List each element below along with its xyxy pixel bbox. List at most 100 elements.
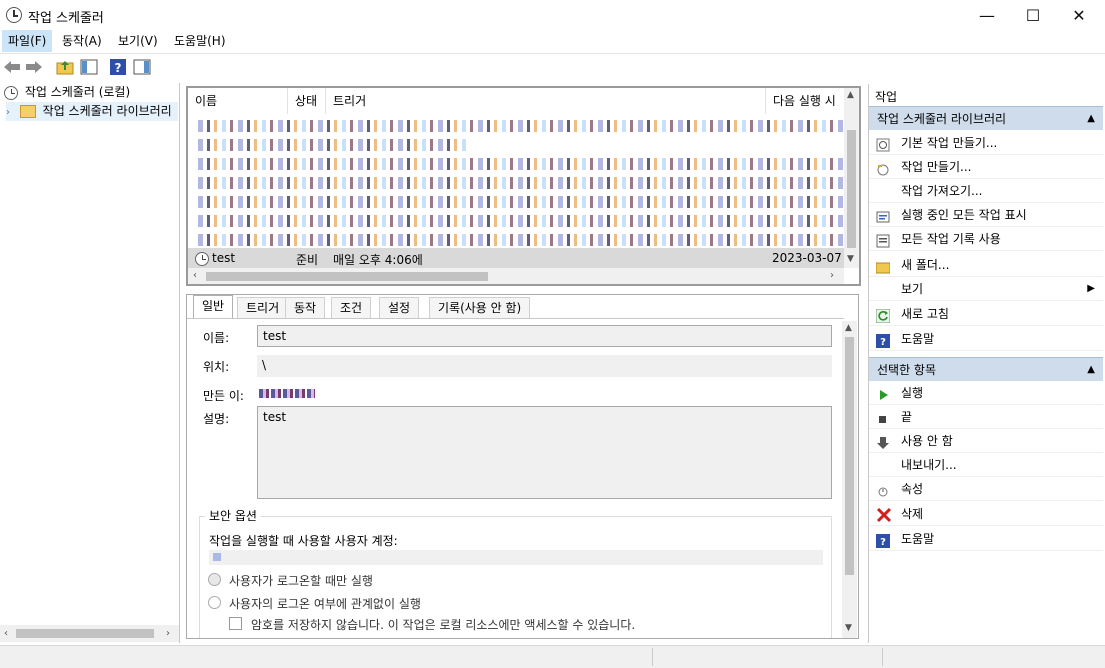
- obscured-task-row[interactable]: [198, 215, 843, 227]
- action-create-basic-task[interactable]: 기본 작업 만들기...: [869, 131, 1103, 155]
- tab-history[interactable]: 기록(사용 안 함): [429, 297, 531, 318]
- run-as-account-label: 작업을 실행할 때 사용할 사용자 계정:: [209, 534, 398, 548]
- action-disable[interactable]: 사용 안 함: [869, 429, 1103, 453]
- scroll-left-icon[interactable]: ‹: [193, 270, 197, 281]
- obscured-task-row[interactable]: [198, 120, 843, 132]
- menu-file[interactable]: 파일(F): [2, 30, 53, 52]
- description-field[interactable]: test: [257, 406, 832, 499]
- close-button[interactable]: ✕: [1056, 0, 1102, 30]
- scroll-up-icon[interactable]: ▲: [847, 90, 854, 100]
- action-properties[interactable]: 속성: [869, 477, 1103, 501]
- action-label: 보기: [901, 282, 924, 296]
- scroll-down-icon[interactable]: ▼: [845, 623, 852, 633]
- menu-view[interactable]: 보기(V): [112, 30, 164, 52]
- collapse-up-icon[interactable]: ▲: [1087, 358, 1095, 382]
- location-field[interactable]: \: [257, 355, 832, 377]
- minimize-button[interactable]: —: [964, 0, 1010, 30]
- delete-x-icon: [876, 507, 892, 523]
- location-label: 위치:: [203, 360, 230, 374]
- scroll-down-icon[interactable]: ▼: [847, 254, 854, 264]
- radio-run-logged-on[interactable]: [208, 573, 221, 586]
- tab-actions[interactable]: 동작: [285, 297, 326, 318]
- back-arrow-icon[interactable]: [2, 57, 22, 77]
- expand-chevron-icon[interactable]: ›: [6, 107, 10, 118]
- task-status: 준비: [296, 253, 319, 267]
- action-new-folder[interactable]: 새 폴더...: [869, 253, 1103, 277]
- task-next-run: 2023-03-07: [772, 251, 842, 265]
- checkbox-do-not-store-password[interactable]: [229, 617, 242, 630]
- action-refresh[interactable]: 새로 고침: [869, 302, 1103, 326]
- table-row-selected[interactable]: test 준비 매일 오후 4:06에 2023-03-07: [188, 248, 844, 268]
- run-as-account-field[interactable]: [209, 550, 823, 565]
- section-header-selected-item[interactable]: 선택한 항목 ▲: [869, 357, 1103, 381]
- tab-conditions[interactable]: 조건: [331, 297, 372, 318]
- column-header-trigger[interactable]: 트리거: [326, 88, 766, 114]
- show-hide-tree-icon[interactable]: [79, 57, 99, 77]
- name-field[interactable]: test: [257, 325, 832, 347]
- action-label: 작업 만들기...: [901, 160, 972, 174]
- action-create-task[interactable]: 작업 만들기...: [869, 155, 1103, 179]
- menu-action[interactable]: 동작(A): [56, 30, 108, 52]
- action-run[interactable]: 실행: [869, 381, 1103, 405]
- scroll-right-icon[interactable]: ›: [830, 270, 834, 281]
- security-options-title: 보안 옵션: [205, 507, 261, 524]
- task-icon: [195, 251, 209, 266]
- tasklist-vertical-scrollbar[interactable]: ▲ ▼: [844, 88, 859, 268]
- tree-library-label: 작업 스케줄러 라이브러리: [42, 104, 172, 118]
- detail-vertical-scrollbar[interactable]: ▲ ▼: [842, 321, 857, 638]
- help-icon: ?: [876, 532, 890, 548]
- obscured-task-row[interactable]: [198, 177, 843, 189]
- scroll-up-icon[interactable]: ▲: [845, 323, 852, 333]
- up-folder-icon[interactable]: [55, 57, 75, 77]
- scrollbar-thumb[interactable]: [845, 337, 854, 575]
- toolbar: ?: [0, 53, 1105, 81]
- author-label: 만든 이:: [203, 389, 244, 403]
- radio-run-whether-logged-on[interactable]: [208, 596, 221, 609]
- action-help-selected[interactable]: ? 도움말: [869, 527, 1103, 551]
- tree-horizontal-scrollbar[interactable]: ‹ ›: [0, 625, 179, 642]
- scrollbar-thumb[interactable]: [206, 272, 488, 281]
- action-view[interactable]: 보기 ▶: [869, 277, 1103, 301]
- task-list: 이름 상태 트리거 다음 실행 시 test 준비 매일 오후 4:06에 20…: [186, 86, 861, 286]
- tasklist-horizontal-scrollbar[interactable]: ‹ ›: [188, 268, 844, 284]
- obscured-task-row[interactable]: [198, 196, 843, 208]
- action-import-task[interactable]: 작업 가져오기...: [869, 179, 1103, 203]
- action-label: 사용 안 함: [901, 434, 953, 448]
- tab-triggers[interactable]: 트리거: [237, 297, 289, 318]
- forward-arrow-icon[interactable]: [24, 57, 44, 77]
- column-header-name[interactable]: 이름: [188, 88, 288, 114]
- section-header-library[interactable]: 작업 스케줄러 라이브러리 ▲: [869, 106, 1103, 130]
- scroll-right-icon[interactable]: ›: [166, 628, 170, 639]
- action-display-running-tasks[interactable]: 실행 중인 모든 작업 표시: [869, 203, 1103, 227]
- scrollbar-thumb[interactable]: [847, 130, 856, 248]
- tab-settings[interactable]: 설정: [379, 297, 420, 318]
- status-bar: [0, 645, 1105, 668]
- help-icon[interactable]: ?: [108, 57, 128, 77]
- collapse-up-icon[interactable]: ▲: [1087, 107, 1095, 131]
- obscured-task-row[interactable]: [198, 234, 843, 246]
- task-name: test: [212, 251, 236, 265]
- action-label: 실행: [901, 386, 924, 400]
- action-export[interactable]: 내보내기...: [869, 453, 1103, 477]
- tab-general[interactable]: 일반: [193, 295, 234, 318]
- scrollbar-thumb[interactable]: [16, 629, 154, 638]
- maximize-button[interactable]: ☐: [1010, 0, 1056, 30]
- column-header-next-run[interactable]: 다음 실행 시: [766, 88, 844, 114]
- obscured-task-row[interactable]: [198, 158, 843, 170]
- show-hide-action-pane-icon[interactable]: [132, 57, 152, 77]
- obscured-task-row[interactable]: [198, 139, 468, 151]
- new-folder-icon: [875, 258, 891, 274]
- action-end[interactable]: 끝: [869, 405, 1103, 429]
- action-label: 내보내기...: [901, 458, 957, 472]
- radio-run-whether-logged-on-label: 사용자의 로그온 여부에 관계없이 실행: [229, 597, 421, 611]
- tree-root[interactable]: 작업 스케줄러 (로컬): [4, 83, 130, 102]
- action-label: 삭제: [901, 507, 924, 521]
- tree-item-library[interactable]: › 작업 스케줄러 라이브러리: [6, 102, 178, 121]
- action-enable-task-history[interactable]: 모든 작업 기록 사용: [869, 227, 1103, 251]
- action-delete[interactable]: 삭제: [869, 502, 1103, 526]
- action-help[interactable]: ? 도움말: [869, 327, 1103, 351]
- column-header-status[interactable]: 상태: [288, 88, 326, 114]
- status-divider: [652, 648, 653, 666]
- menu-help[interactable]: 도움말(H): [168, 30, 232, 52]
- scroll-left-icon[interactable]: ‹: [4, 628, 8, 639]
